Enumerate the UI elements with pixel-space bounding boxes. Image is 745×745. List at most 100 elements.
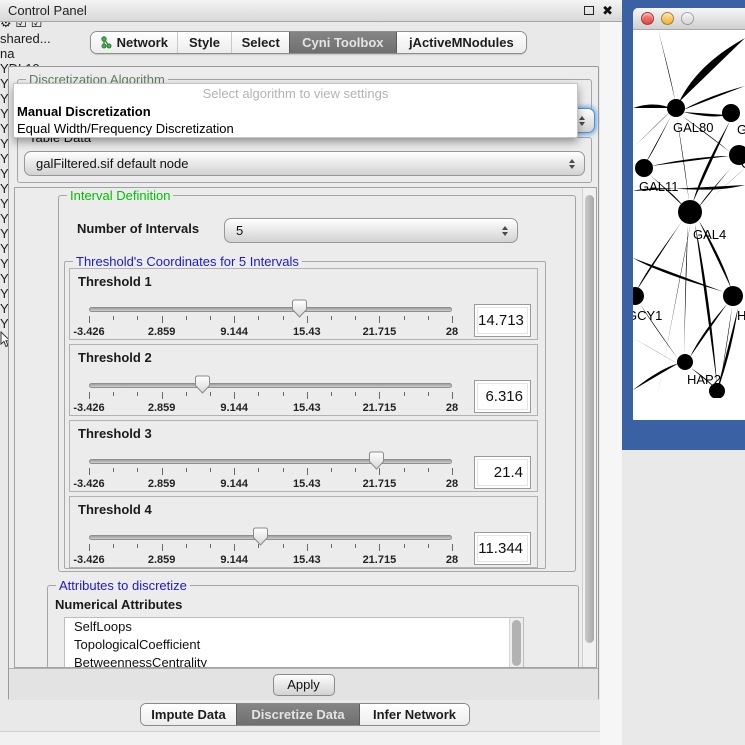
scale-label: 28 <box>446 478 458 490</box>
threshold-value-field[interactable]: 21.4 <box>474 456 531 489</box>
threshold-slider[interactable]: -3.4262.8599.14415.4321.71528 <box>89 374 452 416</box>
threshold-value-field[interactable]: 6.316 <box>474 380 531 413</box>
scale-label: 28 <box>446 402 458 414</box>
threshold-value-field[interactable]: 14.713 <box>474 304 531 337</box>
slider-thumb[interactable] <box>292 299 307 318</box>
tab-label: jActiveMNodules <box>409 35 514 50</box>
scale-label: -3.426 <box>73 478 104 490</box>
slider-thumb[interactable] <box>369 451 384 470</box>
network-window-frame: GAL80 GA C GAL11 GAL4 GCY1 H HAP2 <box>622 0 745 450</box>
tab-infer-network[interactable]: Infer Network <box>360 704 469 725</box>
scale-label: 15.43 <box>293 478 321 490</box>
combo-arrows-icon <box>502 226 508 236</box>
tab-discretize-data[interactable]: Discretize Data <box>236 704 360 725</box>
threshold-slider[interactable]: -3.4262.8599.14415.4321.71528 <box>89 526 452 568</box>
scale-label: 9.144 <box>220 554 248 566</box>
threshold-panel: Threshold 3-3.4262.8599.14415.4321.71528… <box>69 420 538 492</box>
panel-gap <box>600 22 622 745</box>
network-node[interactable] <box>722 104 740 122</box>
tab-network[interactable]: Network <box>91 32 177 53</box>
tab-select[interactable]: Select <box>231 32 289 53</box>
control-panel-titlebar: Control Panel ✖ <box>0 0 622 22</box>
slider-track <box>89 535 452 540</box>
dropdown-option-manual[interactable]: Manual Discretization <box>14 103 577 120</box>
scale-label: 9.144 <box>220 478 248 490</box>
scale-label: 15.43 <box>293 554 321 566</box>
attribute-item[interactable]: SelfLoops <box>65 618 523 636</box>
panel-scrollbar[interactable] <box>582 188 596 667</box>
threshold-label: Threshold 3 <box>78 426 152 441</box>
tab-label: Cyni Toolbox <box>302 35 383 50</box>
numerical-attributes-list[interactable]: SelfLoopsTopologicalCoefficientBetweenne… <box>64 617 524 668</box>
attribute-item[interactable]: BetweennessCentrality <box>65 654 523 668</box>
tab-label: Discretize Data <box>251 707 344 722</box>
list-scrollbar[interactable] <box>509 618 523 668</box>
scale-label: 15.43 <box>293 402 321 414</box>
number-of-intervals-combobox[interactable]: 5 <box>224 218 518 243</box>
network-node[interactable] <box>723 286 743 306</box>
tab-label: Select <box>242 35 280 50</box>
combo-arrows-icon <box>569 159 575 169</box>
minimize-light[interactable] <box>661 12 674 25</box>
scale-label: -3.426 <box>73 554 104 566</box>
network-node[interactable] <box>667 99 685 117</box>
threshold-label: Threshold 1 <box>78 274 152 289</box>
close-icon[interactable]: ✖ <box>602 2 613 20</box>
threshold-value: 14.713 <box>477 307 528 334</box>
node-label-clipped: GA <box>737 122 745 137</box>
slider-ticks <box>89 544 452 553</box>
scrollbar-thumb[interactable] <box>512 620 521 666</box>
number-of-intervals-label: Number of Intervals <box>77 221 199 236</box>
threshold-panel: Threshold 4-3.4262.8599.14415.4321.71528… <box>69 496 538 568</box>
network-node[interactable] <box>678 200 702 224</box>
tab-style[interactable]: Style <box>177 32 232 53</box>
bottom-strip <box>0 731 622 745</box>
scale-label: 21.715 <box>363 478 397 490</box>
slider-scale: -3.4262.8599.14415.4321.71528 <box>89 554 452 566</box>
network-node[interactable] <box>633 287 644 305</box>
node-label-gcy1: GCY1 <box>633 308 662 323</box>
slider-scale: -3.4262.8599.14415.4321.71528 <box>89 478 452 490</box>
scale-label: 9.144 <box>220 402 248 414</box>
threshold-value-field[interactable]: 11.344 <box>474 532 531 565</box>
combo-value: galFiltered.sif default node <box>36 156 188 171</box>
threshold-value: 21.4 <box>477 459 528 486</box>
zoom-light[interactable] <box>681 12 694 25</box>
scale-label: 21.715 <box>363 326 397 338</box>
network-icon <box>100 35 112 50</box>
combo-arrows-icon <box>579 116 585 126</box>
scale-label: 15.43 <box>293 326 321 338</box>
apply-button[interactable]: Apply <box>273 674 335 696</box>
attr-items: SelfLoopsTopologicalCoefficientBetweenne… <box>65 618 523 668</box>
node-label-clipped: C <box>741 156 745 171</box>
float-window-icon[interactable] <box>584 6 594 15</box>
threshold-value: 6.316 <box>477 383 528 410</box>
table-data-group: Table Data galFiltered.sif default node <box>17 137 592 183</box>
threshold-slider[interactable]: -3.4262.8599.14415.4321.71528 <box>89 298 452 340</box>
cyni-toolbox-panel: Discretization Algorithm Select algorith… <box>8 66 599 700</box>
slider-thumb[interactable] <box>195 375 210 394</box>
table-data-combobox[interactable]: galFiltered.sif default node <box>24 151 585 176</box>
slider-thumb[interactable] <box>253 527 268 546</box>
dropdown-option-equal-width[interactable]: Equal Width/Frequency Discretization <box>14 120 577 137</box>
threshold-panel: Threshold 2-3.4262.8599.14415.4321.71528… <box>69 344 538 416</box>
numerical-attributes-label: Numerical Attributes <box>55 597 182 612</box>
tab-jactivemnodules[interactable]: jActiveMNodules <box>397 32 526 53</box>
scale-label: 2.859 <box>148 554 176 566</box>
network-node[interactable] <box>635 159 653 177</box>
close-light[interactable] <box>641 12 654 25</box>
group-title: Threshold's Coordinates for 5 Intervals <box>73 254 302 269</box>
attribute-item[interactable]: TopologicalCoefficient <box>65 636 523 654</box>
network-node[interactable] <box>677 354 693 370</box>
threshold-label: Threshold 2 <box>78 350 152 365</box>
node-label-gal80: GAL80 <box>673 120 713 135</box>
slider-ticks <box>89 392 452 401</box>
threshold-slider[interactable]: -3.4262.8599.14415.4321.71528 <box>89 450 452 492</box>
slider-track <box>89 459 452 464</box>
scrollbar-thumb[interactable] <box>585 195 594 643</box>
tab-label: Style <box>189 35 220 50</box>
node-label-hap2: HAP2 <box>687 372 721 387</box>
tab-cyni-toolbox[interactable]: Cyni Toolbox <box>289 32 397 53</box>
network-canvas[interactable]: GAL80 GA C GAL11 GAL4 GCY1 H HAP2 <box>633 8 745 398</box>
tab-impute-data[interactable]: Impute Data <box>141 704 236 725</box>
